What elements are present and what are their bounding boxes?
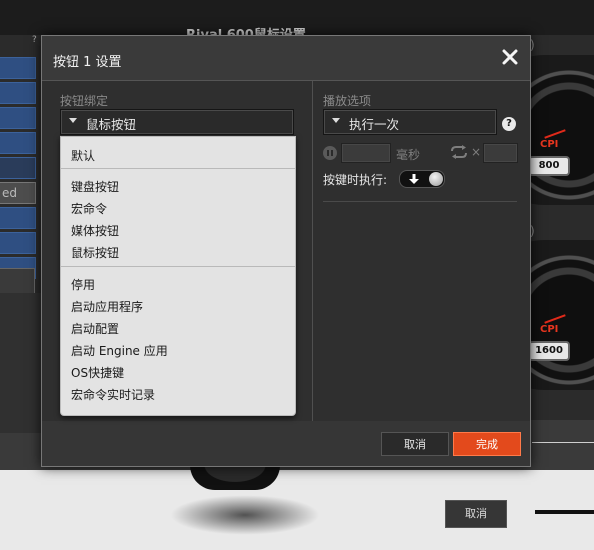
playback-select-value: 执行一次 (349, 117, 400, 132)
menu-item-disable[interactable]: 停用 (61, 275, 295, 295)
dialog-title: 按钮 1 设置 (53, 55, 122, 70)
list-item[interactable] (0, 207, 36, 229)
help-icon[interactable]: ? (502, 117, 516, 131)
gauge-needle (544, 314, 566, 324)
cpi-value[interactable]: 1600 (530, 343, 568, 359)
dialog-body: 按钮绑定 鼠标按钮 播放选项 执行一次 ? 毫秒 × 按键时执行: 默认 键盘按… (42, 81, 530, 421)
repeat-icon[interactable] (450, 145, 468, 162)
close-icon[interactable] (500, 47, 520, 67)
gauge-needle (544, 129, 566, 139)
background-cancel-button[interactable]: 取消 (445, 500, 507, 528)
binding-select-value: 鼠标按钮 (86, 117, 137, 132)
delay-input[interactable] (341, 143, 391, 163)
menu-item-media-button[interactable]: 媒体按钮 (61, 221, 295, 241)
menu-item-launch-config[interactable]: 启动配置 (61, 319, 295, 339)
menu-item-default[interactable]: 默认 (61, 146, 295, 166)
divider (535, 510, 594, 514)
repeat-count-input[interactable] (483, 143, 518, 163)
repeat-times-symbol: × (471, 145, 482, 159)
pause-icon[interactable] (323, 146, 337, 160)
cancel-button[interactable]: 取消 (381, 432, 449, 456)
divider (323, 201, 517, 202)
arrow-down-icon (409, 174, 419, 184)
background-button-list: ed (0, 57, 36, 282)
chevron-down-icon (332, 118, 340, 123)
background-panel (0, 293, 42, 433)
menu-item-os-shortcut[interactable]: OS快捷键 (61, 363, 295, 383)
mouse-shadow (170, 495, 320, 535)
background-help-icon[interactable]: ? (32, 35, 37, 45)
binding-select[interactable]: 鼠标按钮 (60, 109, 294, 135)
menu-separator (61, 168, 295, 169)
mouse-image (190, 465, 280, 490)
cpi-value[interactable]: 800 (530, 158, 568, 174)
dialog-header: 按钮 1 设置 (42, 36, 530, 81)
menu-item-live-macro-record[interactable]: 宏命令实时记录 (61, 385, 295, 405)
toggle-knob (429, 172, 443, 186)
menu-item-mouse-button[interactable]: 鼠标按钮 (61, 243, 295, 263)
menu-separator (61, 266, 295, 267)
list-item[interactable] (0, 132, 36, 154)
list-item[interactable] (0, 107, 36, 129)
menu-item-macro[interactable]: 宏命令 (61, 199, 295, 219)
list-item[interactable] (0, 157, 36, 179)
background-panel-button[interactable] (0, 268, 35, 294)
done-button[interactable]: 完成 (453, 432, 521, 456)
binding-dropdown-menu: 默认 键盘按钮 宏命令 媒体按钮 鼠标按钮 停用 启动应用程序 启动配置 启动 … (60, 136, 296, 416)
list-item[interactable] (0, 82, 36, 104)
on-press-label: 按键时执行: (323, 173, 388, 187)
binding-section-label: 按钮绑定 (60, 94, 109, 108)
button-settings-dialog: 按钮 1 设置 按钮绑定 鼠标按钮 播放选项 执行一次 ? 毫秒 × 按键时执行… (41, 35, 531, 467)
on-press-toggle[interactable] (399, 170, 445, 188)
list-item[interactable] (0, 232, 36, 254)
cpi-label: CPI (540, 139, 559, 150)
list-item[interactable] (0, 57, 36, 79)
menu-item-keyboard-button[interactable]: 键盘按钮 (61, 177, 295, 197)
chevron-down-icon (69, 118, 77, 123)
playback-section-label: 播放选项 (323, 94, 372, 108)
menu-item-launch-engine-app[interactable]: 启动 Engine 应用 (61, 341, 295, 361)
delay-unit-label: 毫秒 (396, 148, 421, 162)
playback-select[interactable]: 执行一次 (323, 109, 497, 135)
divider (532, 442, 594, 443)
menu-item-launch-app[interactable]: 启动应用程序 (61, 297, 295, 317)
column-divider (312, 81, 313, 421)
cpi-label: CPI (540, 324, 559, 335)
list-item-selected[interactable]: ed (0, 182, 36, 204)
